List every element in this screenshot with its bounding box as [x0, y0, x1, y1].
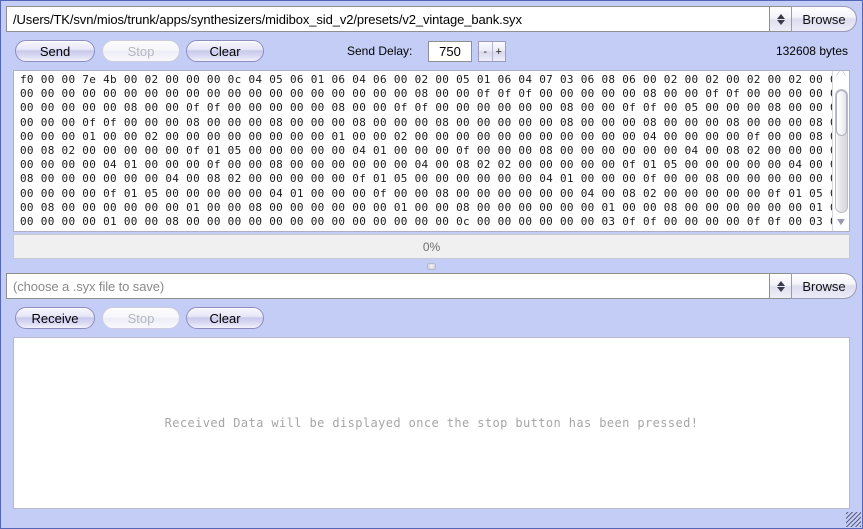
send-button[interactable]: Send — [15, 40, 95, 62]
send-browse-button[interactable]: Browse — [791, 6, 857, 32]
hex-line: 00 00 00 01 00 00 02 00 00 00 00 00 00 0… — [20, 129, 832, 143]
chevron-down-icon — [776, 19, 785, 25]
hex-line: f0 00 00 7e 4b 00 02 00 00 00 0c 04 05 0… — [20, 73, 832, 86]
pane-splitter[interactable] — [6, 260, 857, 272]
send-file-history-spinner[interactable] — [769, 6, 791, 32]
scroll-up-button[interactable] — [833, 71, 850, 88]
receive-button[interactable]: Receive — [15, 307, 95, 329]
send-delay-stepper[interactable]: - + — [478, 41, 506, 62]
hex-line: 00 00 00 00 00 00 00 00 00 00 00 00 00 0… — [20, 87, 832, 101]
receive-file-row: (choose a .syx file to save) Browse — [6, 273, 857, 299]
receive-clear-button[interactable]: Clear — [186, 307, 264, 329]
send-hex-view[interactable]: f0 00 00 7e 4b 00 02 00 00 00 0c 04 05 0… — [13, 70, 850, 232]
app-window: /Users/TK/svn/mios/trunk/apps/synthesize… — [0, 0, 863, 529]
send-file-row: /Users/TK/svn/mios/trunk/apps/synthesize… — [6, 6, 857, 32]
send-delay-input[interactable]: 750 — [428, 41, 472, 62]
send-toolbar: Send Stop Clear Send Delay: 750 - + 1326… — [6, 40, 857, 64]
send-file-path-input[interactable]: /Users/TK/svn/mios/trunk/apps/synthesize… — [6, 6, 769, 32]
splitter-grip-icon — [427, 262, 436, 270]
received-data-empty-message: Received Data will be displayed once the… — [164, 416, 699, 430]
triangle-down-icon — [836, 219, 846, 227]
hex-line: 00 00 00 0f 0f 00 00 00 08 00 00 00 08 0… — [20, 115, 832, 129]
scroll-down-button[interactable] — [833, 214, 850, 231]
hex-line: 00 00 00 00 00 08 00 00 0f 0f 00 00 00 0… — [20, 101, 832, 115]
send-delay-label: Send Delay: — [347, 44, 413, 58]
send-progress-bar: 0% — [13, 234, 850, 259]
send-progress-label: 0% — [422, 239, 441, 254]
scrollbar-track[interactable] — [834, 89, 848, 213]
hex-line: 00 00 00 00 04 01 00 00 00 0f 00 00 08 0… — [20, 158, 832, 172]
receive-toolbar: Receive Stop Clear — [6, 307, 857, 331]
send-delay-decrement-button[interactable]: - — [479, 42, 493, 61]
receive-stop-button: Stop — [102, 307, 180, 329]
send-delay-increment-button[interactable]: + — [493, 42, 506, 61]
send-stop-button: Stop — [102, 40, 180, 62]
chevron-up-icon — [776, 13, 785, 19]
chevron-up-icon — [776, 280, 785, 286]
window-content: /Users/TK/svn/mios/trunk/apps/synthesize… — [6, 6, 857, 516]
window-resize-grip[interactable] — [846, 512, 861, 527]
scrollbar-thumb[interactable] — [835, 90, 847, 136]
hex-line: 00 00 00 00 01 00 00 08 00 00 00 00 00 0… — [20, 215, 832, 229]
receive-browse-button[interactable]: Browse — [791, 273, 857, 299]
receive-file-history-spinner[interactable] — [769, 273, 791, 299]
send-hex-scrollbar[interactable] — [832, 71, 849, 231]
triangle-up-icon — [836, 75, 846, 84]
hex-line: 00 00 00 00 0f 01 05 00 00 00 00 00 04 0… — [20, 186, 832, 200]
received-data-view[interactable]: Received Data will be displayed once the… — [13, 337, 850, 509]
receive-file-path-input[interactable]: (choose a .syx file to save) — [6, 273, 769, 299]
hex-line: 00 08 02 00 00 00 00 00 0f 01 05 00 00 0… — [20, 144, 832, 158]
send-hex-lines: f0 00 00 7e 4b 00 02 00 00 00 0c 04 05 0… — [14, 71, 832, 231]
byte-count-label: 132608 bytes — [775, 44, 848, 58]
chevron-down-icon — [776, 286, 785, 292]
hex-line: 00 08 00 00 00 00 00 00 01 00 00 08 00 0… — [20, 200, 832, 214]
hex-line: 08 00 00 00 00 00 00 04 00 08 02 00 00 0… — [20, 172, 832, 186]
send-clear-button[interactable]: Clear — [186, 40, 264, 62]
